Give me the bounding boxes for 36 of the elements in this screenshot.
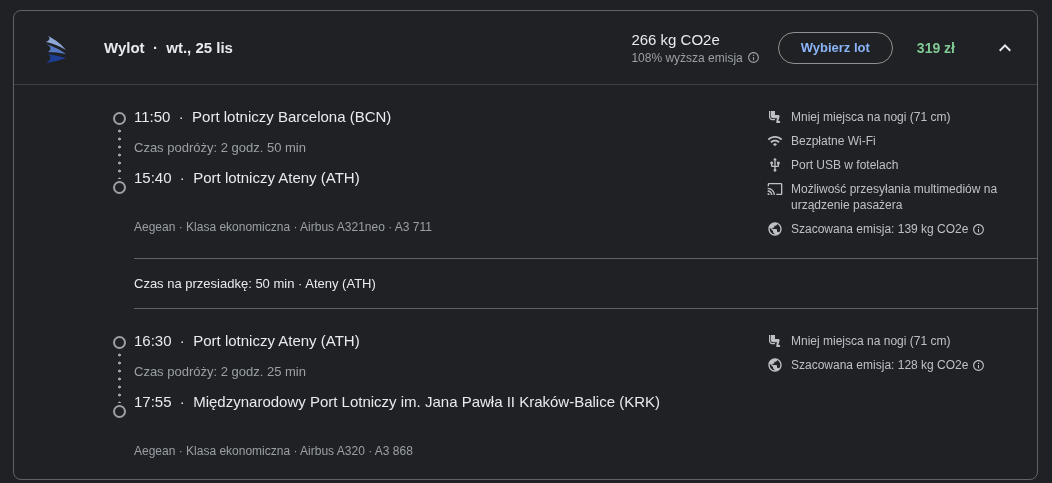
amenity-text: Możliwość przesyłania multimediów na urządzenie pasażera (791, 181, 999, 213)
departure-text: 11:50 · Port lotniczy Barcelona (BCN) (134, 107, 393, 127)
departure-text: 16:30 · Port lotniczy Ateny (ATH) (134, 331, 361, 351)
timeline-stop-icon (112, 181, 126, 194)
flight-title: Wylot · wt., 25 lis (104, 39, 233, 56)
info-icon[interactable] (972, 359, 986, 372)
timeline-dots (117, 351, 121, 403)
timeline-dots (117, 127, 121, 179)
timeline-stop-icon (112, 112, 126, 125)
wifi-icon (767, 133, 783, 149)
usb-icon (767, 157, 783, 173)
cast-icon (767, 181, 783, 197)
timeline-stop-icon (112, 405, 126, 418)
flight-details: Aegean · Klasa ekonomiczna · Airbus A321neo · A3 711 (134, 220, 433, 234)
price: 319 zł (916, 39, 955, 56)
layover-info: Czas na przesiadkę: 50 min · Ateny (ATH) (134, 258, 1037, 309)
globe-icon (767, 357, 783, 373)
emissions-value: 266 kg CO2e (631, 30, 721, 48)
globe-icon (767, 221, 783, 237)
travel-time: Czas podróży: 2 godz. 25 min (134, 364, 307, 379)
info-icon[interactable] (746, 51, 760, 64)
timeline-stop-icon (112, 336, 126, 349)
amenity-text: Szacowana emisja: 139 kg CO2e (791, 221, 969, 237)
amenity-text: Mniej miejsca na nogi (71 cm) (791, 333, 951, 349)
amenity-text: Port USB w fotelach (791, 157, 899, 173)
amenity-text: Szacowana emisja: 128 kg CO2e (791, 357, 969, 373)
seat-icon (767, 109, 783, 125)
info-icon[interactable] (972, 223, 986, 236)
arrival-text: 17:55 · Międzynarodowy Port Lotniczy im. Jana Pawła II Kraków-Balice (KRK) (134, 392, 662, 412)
flight-details: Aegean · Klasa ekonomiczna · Airbus A320 · A3 868 (134, 444, 414, 458)
amenity-text: Mniej miejsca na nogi (71 cm) (791, 109, 951, 125)
amenity-text: Bezpłatne Wi-Fi (791, 133, 876, 149)
travel-time: Czas podróży: 2 godz. 50 min (134, 140, 307, 155)
arrival-text: 15:40 · Port lotniczy Ateny (ATH) (134, 168, 361, 188)
seat-icon (767, 333, 783, 349)
emissions-note: 108% wyższa emisja (631, 50, 743, 65)
